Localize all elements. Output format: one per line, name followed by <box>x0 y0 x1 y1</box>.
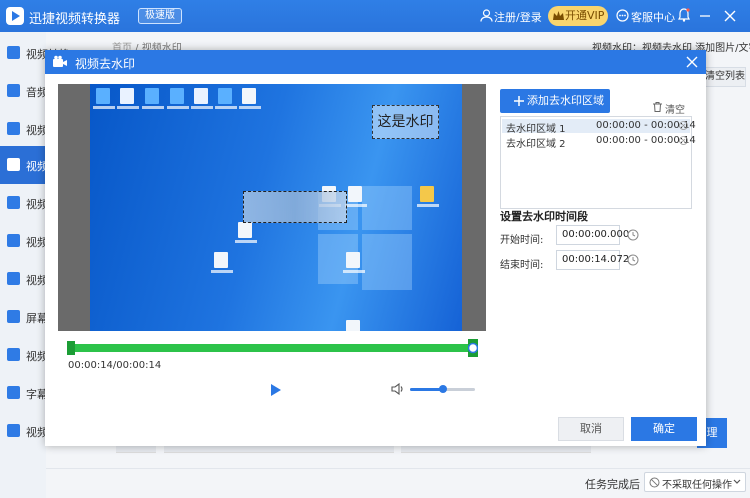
region-list: 去水印区域 1 00:00:00 - 00:00:14 去水印区域 2 00:0… <box>500 116 696 209</box>
add-region-label: 添加去水印区域 <box>527 94 604 107</box>
volume-knob[interactable] <box>439 385 447 393</box>
start-time-input[interactable]: 00:00:00.000 <box>556 225 629 245</box>
list-item[interactable]: 去水印区域 2 00:00:00 - 00:00:14 <box>502 134 696 150</box>
video-tool-icon <box>7 272 20 285</box>
sidebar-item-video-5[interactable]: 视频 <box>0 222 48 260</box>
dialog-header: 视频去水印 <box>45 50 706 74</box>
video-tool-icon <box>7 196 20 209</box>
clear-regions-label: 清空 <box>665 105 685 116</box>
volume-icon[interactable] <box>391 383 405 395</box>
sidebar-item-video-4[interactable]: 视频 <box>0 184 48 222</box>
watermark-removal-dialog: 视频去水印 这是水印 00:00:14/00:00:14 添加去水印区域 清空 … <box>45 50 706 446</box>
sidebar-item-video-convert[interactable]: 视频转换 <box>0 34 70 72</box>
login-link[interactable]: 注册/登录 <box>494 9 542 25</box>
add-region-button[interactable]: 添加去水印区域 <box>500 89 610 113</box>
trash-icon <box>653 102 662 112</box>
video-tool-icon <box>7 122 20 135</box>
subtitle-icon <box>7 386 20 399</box>
watermark-region-2[interactable] <box>243 191 347 223</box>
video-tool-icon <box>7 234 20 247</box>
edition-badge: 极速版 <box>138 8 182 24</box>
vip-button-label: 开通VIP <box>565 9 605 22</box>
after-task-select[interactable]: 不采取任何操作 <box>644 472 746 492</box>
sidebar-item-screen[interactable]: 屏幕 <box>0 298 48 336</box>
reset-time-icon[interactable] <box>627 254 639 266</box>
list-item[interactable]: 去水印区域 1 00:00:00 - 00:00:14 <box>502 119 696 135</box>
after-task-value: 不采取任何操作 <box>662 480 732 491</box>
sidebar-item-video-10[interactable]: 视频 <box>0 412 48 450</box>
app-title: 迅捷视频转换器 <box>29 12 121 27</box>
video-frame-image: 这是水印 <box>90 84 462 331</box>
letterbox <box>58 84 90 331</box>
start-time-label: 开始时间: <box>500 235 544 246</box>
clear-list-button[interactable]: 清空列表 <box>702 67 746 87</box>
watermark-region-1[interactable]: 这是水印 <box>372 105 439 139</box>
service-center-link[interactable]: 客服中心 <box>631 9 675 25</box>
minimize-icon[interactable] <box>698 9 712 23</box>
headset-icon <box>616 9 629 22</box>
region-name: 去水印区域 2 <box>506 139 566 150</box>
crown-icon <box>553 11 564 20</box>
time-range-title: 设置去水印时间段 <box>500 210 588 223</box>
close-icon[interactable] <box>679 136 688 145</box>
video-tool-icon <box>7 348 20 361</box>
video-preview: 这是水印 <box>58 84 486 331</box>
user-icon <box>480 9 493 22</box>
bell-icon[interactable] <box>678 8 690 22</box>
close-icon[interactable] <box>686 56 698 68</box>
sidebar-item-video-8[interactable]: 视频 <box>0 336 48 374</box>
dialog-title: 视频去水印 <box>75 57 136 71</box>
video-camera-icon <box>53 55 67 67</box>
after-task-label: 任务完成后 <box>585 478 640 491</box>
sidebar-item-video-6[interactable]: 视频 <box>0 260 48 298</box>
sidebar-item-video-watermark[interactable]: 视频 <box>0 146 48 184</box>
timeline-start-handle[interactable] <box>67 341 75 355</box>
reset-time-icon[interactable] <box>627 229 639 241</box>
confirm-button[interactable]: 确定 <box>631 417 697 441</box>
close-window-icon[interactable] <box>722 8 738 24</box>
play-icon[interactable] <box>271 384 281 396</box>
time-readout: 00:00:14/00:00:14 <box>68 360 162 371</box>
plus-icon <box>514 96 524 106</box>
sidebar-item-video-2[interactable]: 视频 <box>0 110 48 148</box>
title-bar: 迅捷视频转换器 极速版 注册/登录 开通VIP 客服中心 <box>0 0 750 32</box>
chevron-down-icon <box>733 479 741 484</box>
app-logo-icon <box>6 7 24 25</box>
screen-record-icon <box>7 310 20 323</box>
end-time-input[interactable]: 00:00:14.072 <box>556 250 629 270</box>
close-icon[interactable] <box>679 121 688 130</box>
clear-regions-button[interactable]: 清空 <box>653 101 685 116</box>
audio-icon <box>7 84 20 97</box>
letterbox <box>462 84 486 331</box>
video-tool-icon <box>7 424 20 437</box>
sidebar-item-subtitle[interactable]: 字幕 <box>0 374 48 412</box>
no-action-icon <box>649 477 660 488</box>
sidebar-item-audio[interactable]: 音频 <box>0 72 48 110</box>
cancel-button[interactable]: 取消 <box>558 417 624 441</box>
region-name: 去水印区域 1 <box>506 124 566 135</box>
video-convert-icon <box>7 46 20 59</box>
timeline-track[interactable] <box>68 344 475 352</box>
timeline-playhead[interactable] <box>468 339 478 357</box>
end-time-label: 结束时间: <box>500 260 544 271</box>
sidebar: 视频转换 音频 视频 视频 视频 视频 视频 屏幕 视频 字幕 视频 <box>0 32 70 498</box>
watermark-icon <box>7 158 20 171</box>
vip-button[interactable]: 开通VIP <box>548 6 608 26</box>
